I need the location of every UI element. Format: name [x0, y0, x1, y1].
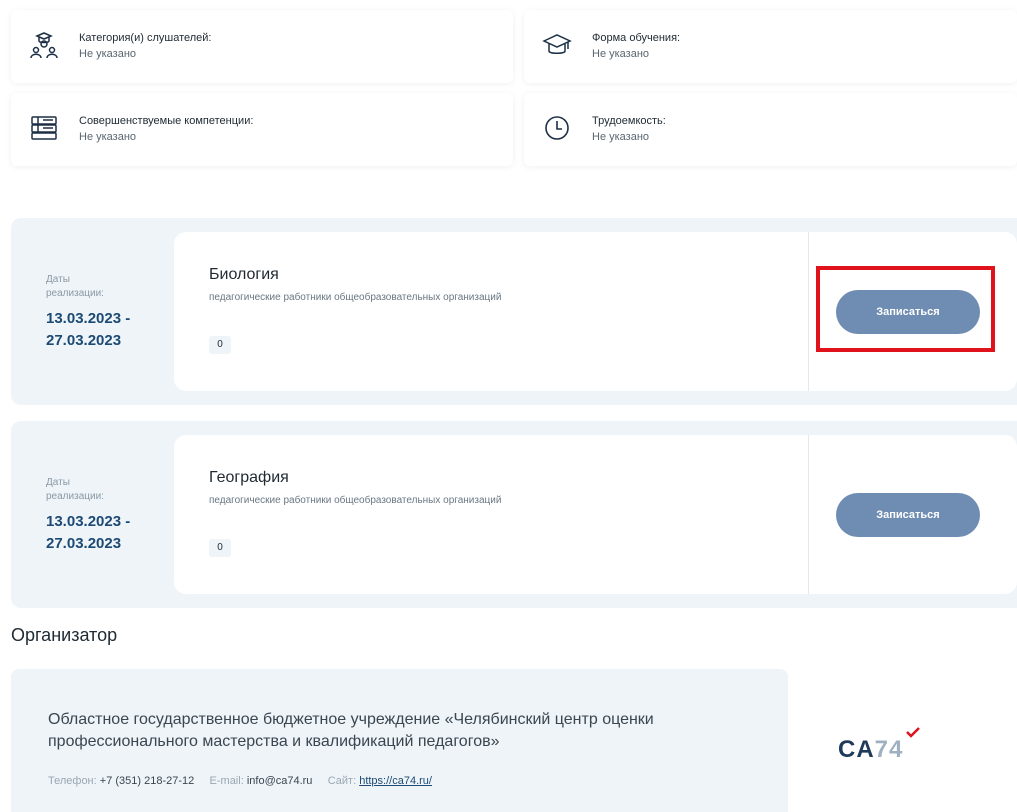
- session-card: Биология педагогические работники общеоб…: [174, 232, 808, 391]
- info-value: Не указано: [592, 131, 650, 143]
- info-label: Совершенствуемые компетенции:: [79, 115, 254, 127]
- students-icon: [29, 30, 59, 60]
- checkmark-icon: [906, 727, 920, 738]
- organizer-heading: Организатор: [11, 625, 118, 645]
- count-badge: 0: [209, 336, 231, 354]
- site-label: Сайт:: [327, 775, 357, 787]
- dates-label: реализации:: [46, 288, 104, 299]
- info-card-categories: Категория(и) слушателей: Не указано: [11, 10, 513, 83]
- enroll-button[interactable]: Записаться: [836, 493, 980, 537]
- dates-label: Даты: [46, 477, 70, 488]
- organizer-logo: CA74: [838, 727, 920, 764]
- organizer-contacts: Телефон: +7 (351) 218-27-12 E-mail: info…: [48, 775, 432, 787]
- session-card: География педагогические работники общео…: [174, 435, 808, 594]
- info-card-form: Форма обучения: Не указано: [524, 10, 1017, 83]
- email-value[interactable]: info@ca74.ru: [247, 775, 313, 787]
- dates-label: реализации:: [46, 491, 104, 502]
- date-start: 13.03.2023 -: [46, 310, 131, 327]
- date-end: 27.03.2023: [46, 535, 122, 552]
- dates-label: Даты: [46, 274, 70, 285]
- site-link[interactable]: https://ca74.ru/: [359, 775, 432, 787]
- info-label: Категория(и) слушателей:: [79, 32, 212, 44]
- clock-icon: [542, 113, 572, 143]
- highlight-box: [816, 266, 995, 352]
- session-subtitle: педагогические работники общеобразовател…: [209, 495, 502, 506]
- info-card-workload: Трудоемкость: Не указано: [524, 93, 1017, 166]
- info-value: Не указано: [79, 131, 137, 143]
- session-row: Даты реализации: 13.03.2023 - 27.03.2023…: [11, 421, 1017, 608]
- graduation-cap-icon: [542, 30, 572, 60]
- phone-value[interactable]: +7 (351) 218-27-12: [100, 775, 194, 787]
- date-end: 27.03.2023: [46, 332, 122, 349]
- session-title[interactable]: География: [209, 469, 289, 487]
- organizer-name: Областное государственное бюджетное учре…: [48, 711, 654, 750]
- info-value: Не указано: [592, 48, 650, 60]
- organizer-card: Областное государственное бюджетное учре…: [11, 669, 788, 812]
- info-label: Трудоемкость:: [592, 115, 666, 127]
- session-action: Записаться: [808, 435, 1017, 594]
- books-icon: [29, 113, 59, 143]
- count-badge: 0: [209, 539, 231, 557]
- phone-label: Телефон:: [48, 775, 97, 787]
- info-label: Форма обучения:: [592, 32, 681, 44]
- email-label: E-mail:: [209, 775, 244, 787]
- session-title[interactable]: Биология: [209, 266, 279, 284]
- session-subtitle: педагогические работники общеобразовател…: [209, 292, 502, 303]
- date-start: 13.03.2023 -: [46, 513, 131, 530]
- logo-letters: CA: [838, 736, 875, 763]
- logo-number: 74: [874, 736, 904, 763]
- info-value: Не указано: [79, 48, 137, 60]
- info-card-competencies: Совершенствуемые компетенции: Не указано: [11, 93, 513, 166]
